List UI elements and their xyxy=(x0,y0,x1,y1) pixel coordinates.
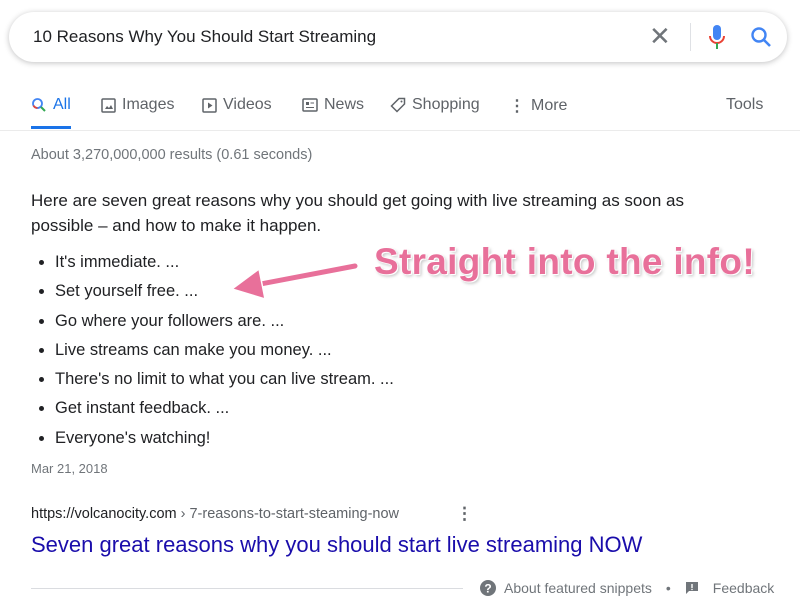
tab-label: Images xyxy=(122,96,175,113)
tab-label: News xyxy=(324,96,365,113)
tab-label: Videos xyxy=(223,96,272,113)
result-stats: About 3,270,000,000 results (0.61 second… xyxy=(31,147,313,163)
list-item: Get instant feedback. ... xyxy=(55,396,394,425)
tab-videos[interactable]: Videos xyxy=(202,96,272,114)
feedback-icon xyxy=(685,582,698,594)
arrow-annotation-icon xyxy=(230,261,360,301)
snippet-footer: ? About featured snippets • Feedback xyxy=(480,580,774,596)
list-item: Everyone's watching! xyxy=(55,426,394,455)
close-icon[interactable]: ✕ xyxy=(649,22,671,50)
snippet-intro: Here are seven great reasons why you sho… xyxy=(31,191,684,235)
search-input[interactable]: 10 Reasons Why You Should Start Streamin… xyxy=(33,27,376,47)
play-icon xyxy=(202,97,217,113)
result-url[interactable]: https://volcanocity.com › 7-reasons-to-s… xyxy=(31,506,399,522)
mic-icon[interactable] xyxy=(709,24,725,55)
list-item: There's no limit to what you can live st… xyxy=(55,367,394,396)
tab-label: More xyxy=(531,97,568,114)
snippet-date: Mar 21, 2018 xyxy=(31,461,108,476)
search-tabs: All Images Videos News Shopping ⋮ More To… xyxy=(0,96,800,131)
search-icon[interactable] xyxy=(749,25,773,54)
list-item: Go where your followers are. ... xyxy=(55,309,394,338)
image-icon xyxy=(101,97,116,113)
news-icon xyxy=(302,98,318,112)
tab-all[interactable]: All xyxy=(31,96,71,129)
result-title-link[interactable]: Seven great reasons why you should start… xyxy=(31,532,642,558)
tab-shopping[interactable]: Shopping xyxy=(390,96,480,114)
tab-label: All xyxy=(53,96,71,113)
tools-button[interactable]: Tools xyxy=(726,96,763,114)
more-options-icon[interactable]: ⋮ xyxy=(456,504,473,524)
tab-news[interactable]: News xyxy=(302,96,364,114)
divider xyxy=(690,23,691,51)
search-icon xyxy=(32,98,46,112)
about-featured-snippets-link[interactable]: About featured snippets xyxy=(504,580,652,596)
divider xyxy=(31,588,463,589)
tools-label: Tools xyxy=(726,96,764,113)
tab-more[interactable]: ⋮ More xyxy=(509,96,567,116)
search-box[interactable]: 10 Reasons Why You Should Start Streamin… xyxy=(9,12,787,62)
list-item: Live streams can make you money. ... xyxy=(55,338,394,367)
svg-text:?: ? xyxy=(484,582,491,596)
tab-label: Shopping xyxy=(412,96,480,113)
separator: • xyxy=(665,580,671,596)
tag-icon xyxy=(390,97,406,113)
feedback-link[interactable]: Feedback xyxy=(713,580,774,596)
help-icon: ? xyxy=(480,580,496,596)
more-vert-icon: ⋮ xyxy=(509,98,525,115)
url-path: › 7-reasons-to-start-steaming-now xyxy=(176,506,400,522)
url-domain: https://volcanocity.com xyxy=(31,506,177,522)
tab-images[interactable]: Images xyxy=(101,96,174,114)
annotation-callout: Straight into the info! xyxy=(374,241,755,282)
